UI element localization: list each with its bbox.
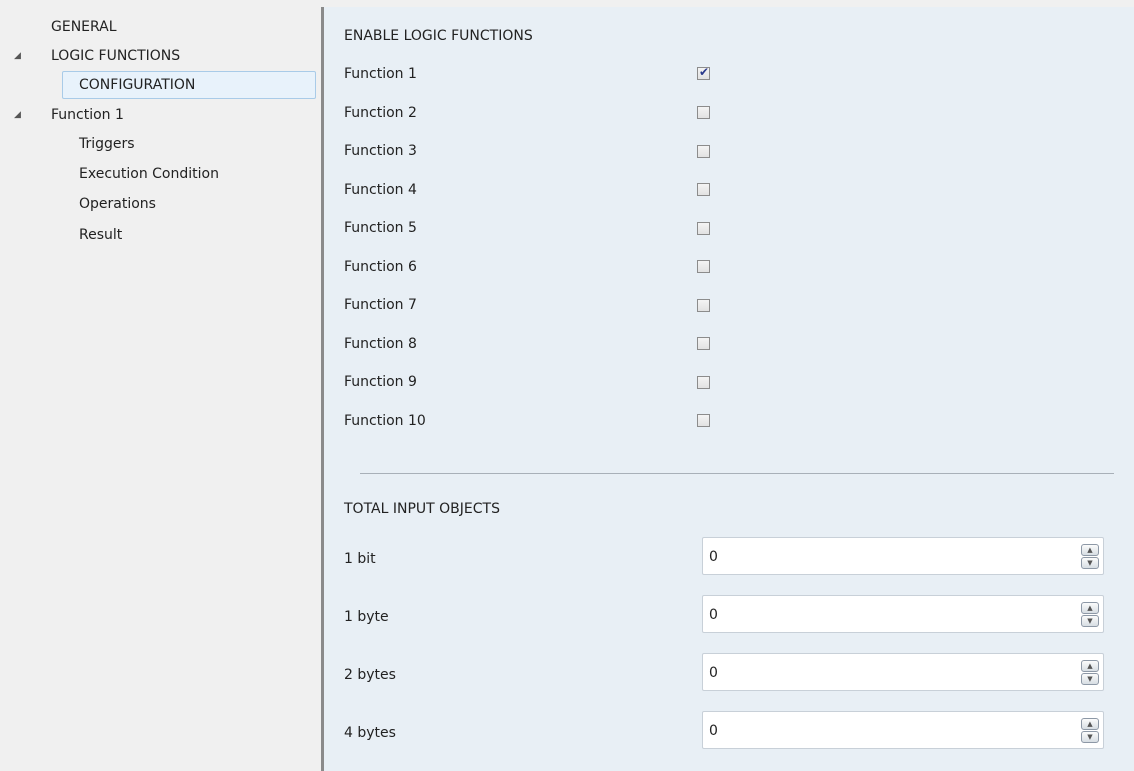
tree-item-label: Operations (79, 196, 156, 212)
1-byte-spinbox[interactable]: 0 ▲ ▼ (702, 595, 1104, 633)
spinbox-buttons: ▲ ▼ (1081, 544, 1099, 570)
tree-item-label: Triggers (79, 136, 135, 152)
function-4-checkbox[interactable] (697, 183, 710, 196)
function-label: Function 2 (344, 105, 417, 121)
2-bytes-spinbox[interactable]: 0 ▲ ▼ (702, 653, 1104, 691)
spin-up-icon[interactable]: ▲ (1081, 660, 1099, 672)
function-3-checkbox[interactable] (697, 145, 710, 158)
spinbox-value[interactable]: 0 (709, 654, 718, 692)
spinbox-buttons: ▲ ▼ (1081, 602, 1099, 628)
function-label: Function 9 (344, 374, 417, 390)
function-label: Function 1 (344, 66, 417, 82)
tree-item-function-1[interactable]: ◢ Function 1 (0, 102, 300, 128)
input-row-label: 2 bytes (344, 667, 396, 683)
sidebar-tree: GENERAL ◢ LOGIC FUNCTIONS CONFIGURATION … (0, 0, 321, 771)
tree-item-execution-condition[interactable]: Execution Condition (0, 161, 300, 187)
spinbox-buttons: ▲ ▼ (1081, 718, 1099, 744)
parameter-panel: ENABLE LOGIC FUNCTIONS Function 1 ✔ Func… (324, 7, 1134, 771)
tree-item-label: Function 1 (51, 107, 124, 123)
tree-item-result[interactable]: Result (0, 222, 300, 248)
spin-down-icon[interactable]: ▼ (1081, 731, 1099, 743)
1-bit-spinbox[interactable]: 0 ▲ ▼ (702, 537, 1104, 575)
spinbox-value[interactable]: 0 (709, 596, 718, 634)
function-label: Function 5 (344, 220, 417, 236)
section-title-total-input-objects: TOTAL INPUT OBJECTS (344, 501, 500, 517)
checkmark-icon: ✔ (699, 65, 710, 79)
section-divider (360, 473, 1114, 474)
expanded-triangle-icon[interactable]: ◢ (14, 43, 24, 69)
section-title-enable-logic-functions: ENABLE LOGIC FUNCTIONS (344, 28, 533, 44)
function-label: Function 10 (344, 413, 426, 429)
function-label: Function 3 (344, 143, 417, 159)
tree-item-label: LOGIC FUNCTIONS (51, 48, 181, 64)
function-2-checkbox[interactable] (697, 106, 710, 119)
function-8-checkbox[interactable] (697, 337, 710, 350)
spinbox-value[interactable]: 0 (709, 712, 718, 750)
spin-up-icon[interactable]: ▲ (1081, 544, 1099, 556)
tree-item-label: Result (79, 227, 123, 243)
spin-down-icon[interactable]: ▼ (1081, 673, 1099, 685)
tree-item-label: GENERAL (51, 19, 117, 35)
spin-up-icon[interactable]: ▲ (1081, 602, 1099, 614)
function-7-checkbox[interactable] (697, 299, 710, 312)
function-6-checkbox[interactable] (697, 260, 710, 273)
spin-down-icon[interactable]: ▼ (1081, 615, 1099, 627)
function-label: Function 8 (344, 336, 417, 352)
tree-item-triggers[interactable]: Triggers (0, 131, 300, 157)
function-label: Function 7 (344, 297, 417, 313)
spin-up-icon[interactable]: ▲ (1081, 718, 1099, 730)
tree-item-configuration[interactable]: CONFIGURATION (0, 72, 316, 98)
function-5-checkbox[interactable] (697, 222, 710, 235)
tree-item-label: CONFIGURATION (79, 77, 196, 93)
input-row-label: 4 bytes (344, 725, 396, 741)
expanded-triangle-icon[interactable]: ◢ (14, 102, 24, 128)
tree-item-general[interactable]: GENERAL (0, 14, 300, 40)
spinbox-buttons: ▲ ▼ (1081, 660, 1099, 686)
spin-down-icon[interactable]: ▼ (1081, 557, 1099, 569)
function-label: Function 6 (344, 259, 417, 275)
function-label: Function 4 (344, 182, 417, 198)
function-9-checkbox[interactable] (697, 376, 710, 389)
input-row-label: 1 byte (344, 609, 389, 625)
tree-item-label: Execution Condition (79, 166, 219, 182)
tree-item-logic-functions[interactable]: ◢ LOGIC FUNCTIONS (0, 43, 300, 69)
function-10-checkbox[interactable] (697, 414, 710, 427)
function-1-checkbox[interactable]: ✔ (697, 65, 710, 80)
input-row-label: 1 bit (344, 551, 376, 567)
4-bytes-spinbox[interactable]: 0 ▲ ▼ (702, 711, 1104, 749)
spinbox-value[interactable]: 0 (709, 538, 718, 576)
tree-item-operations[interactable]: Operations (0, 191, 300, 217)
